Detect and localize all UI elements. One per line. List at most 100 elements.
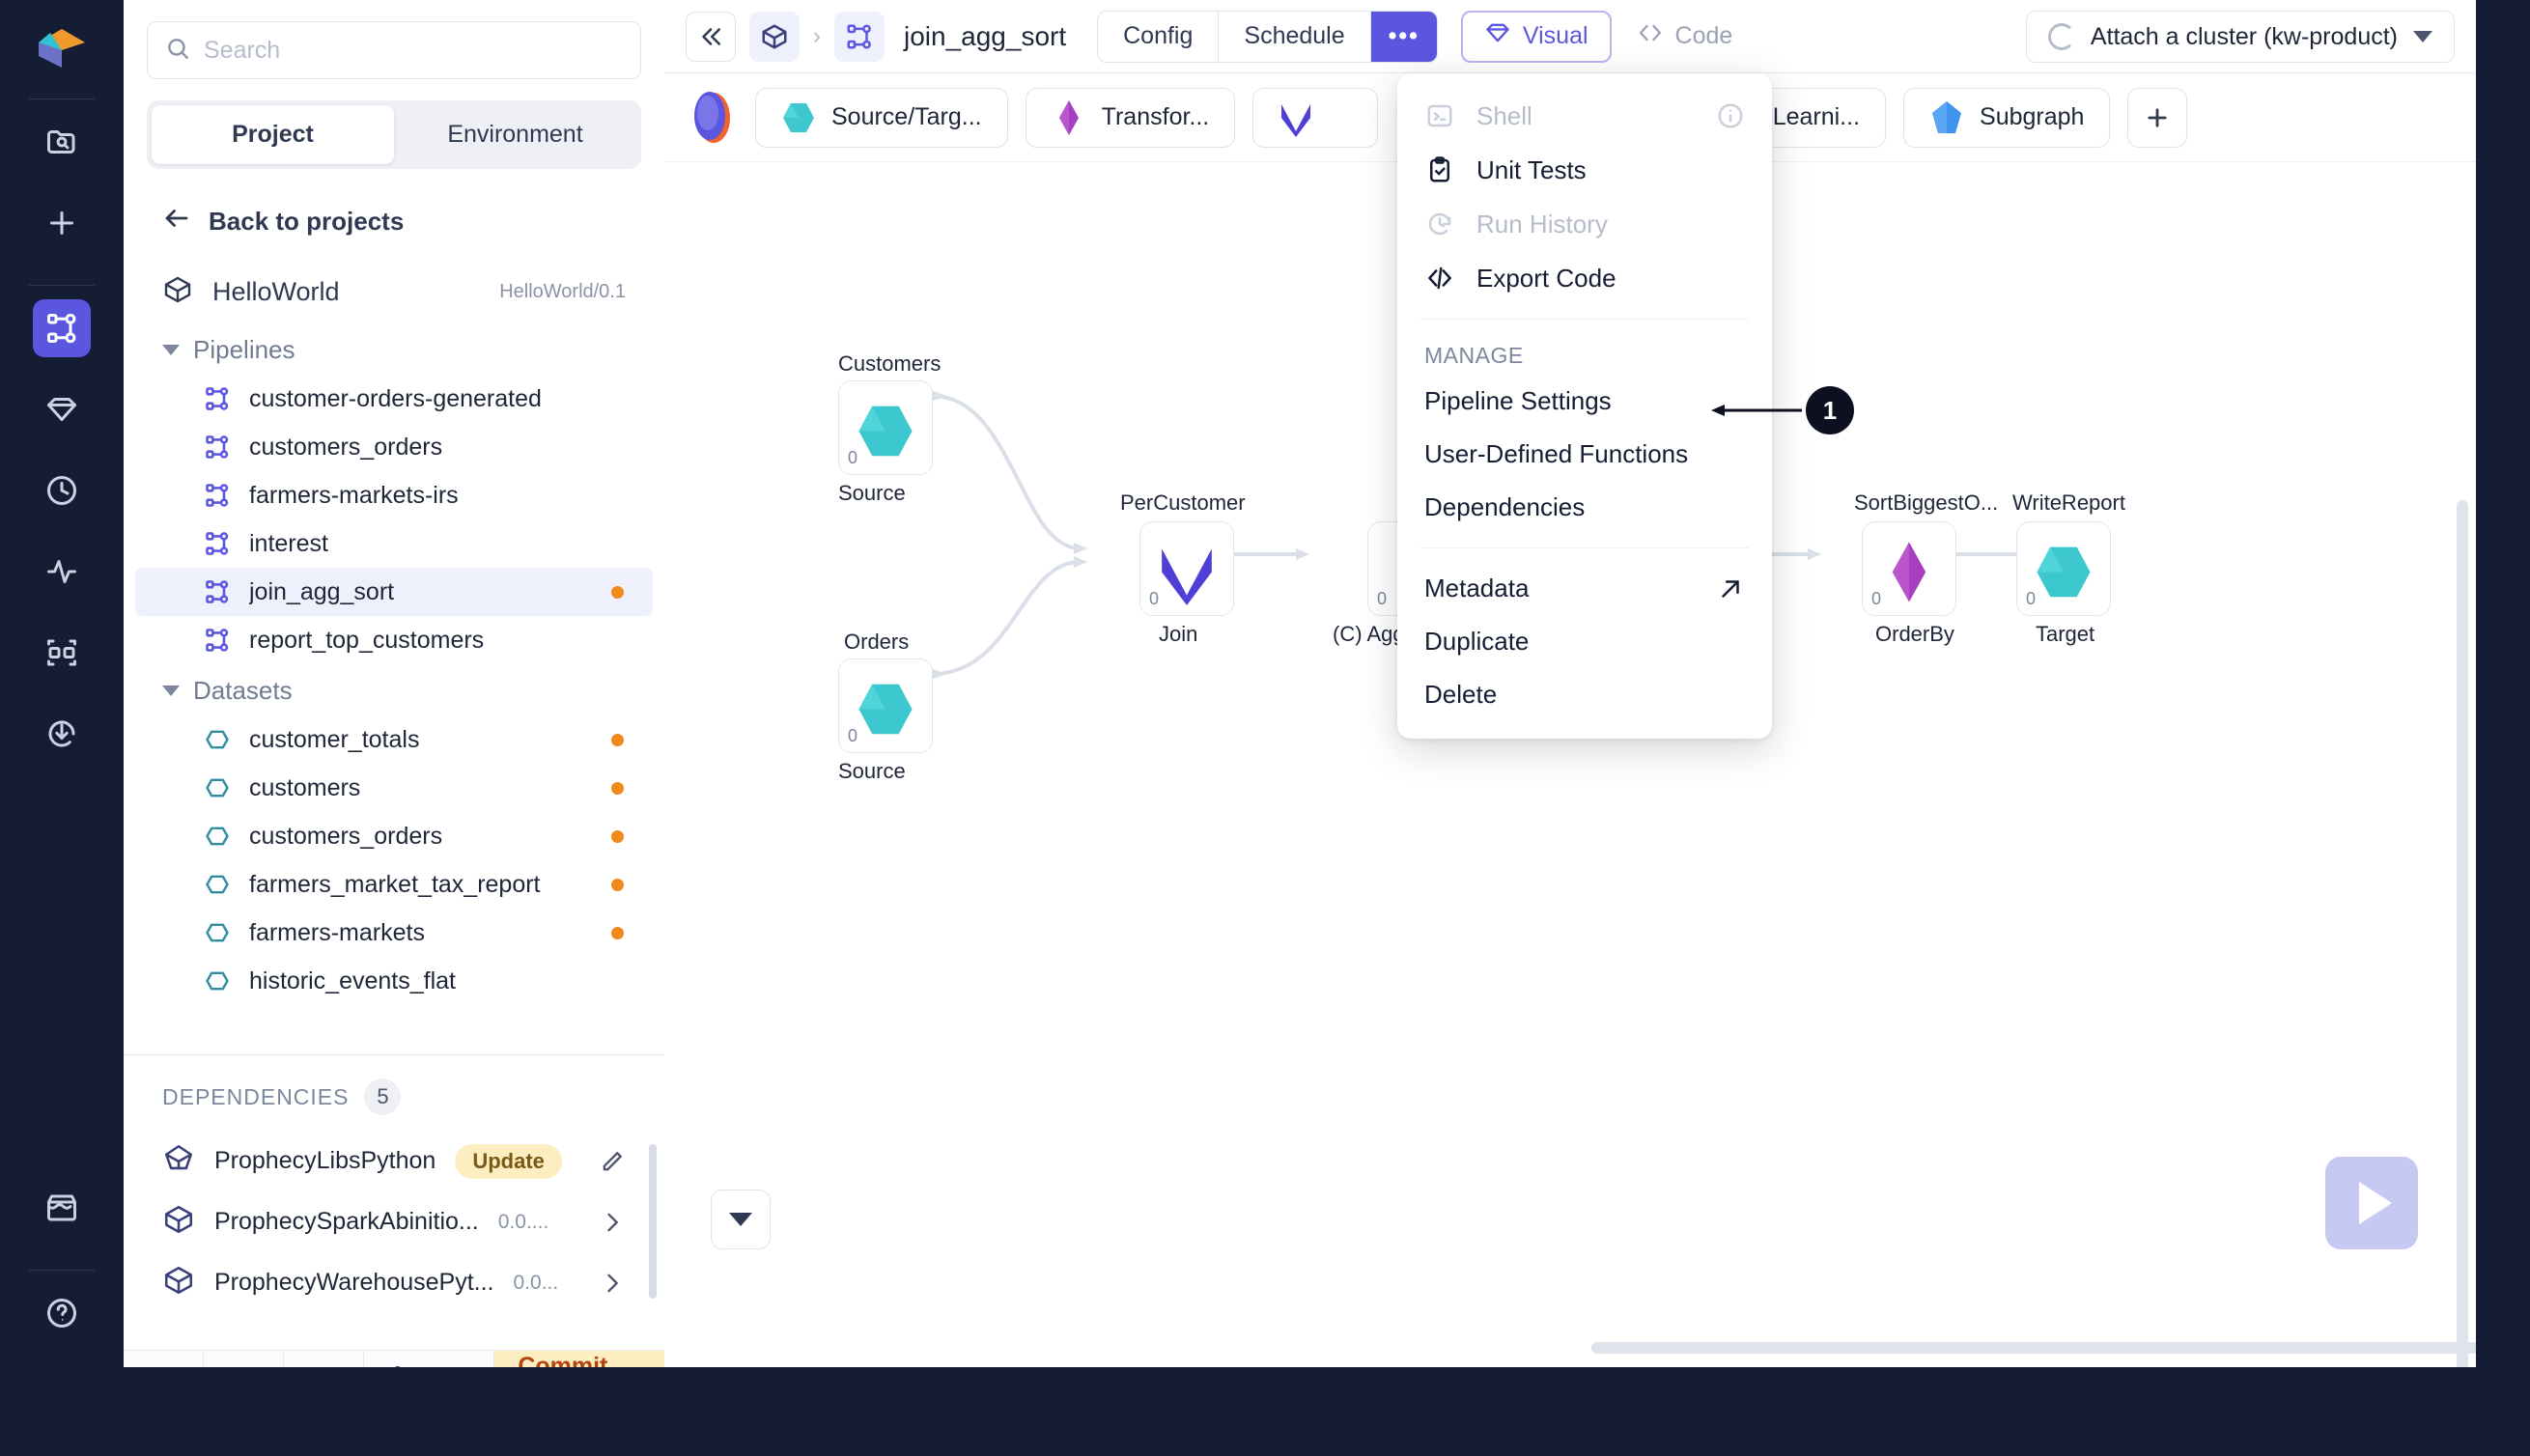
menu-item-metadata[interactable]: Metadata	[1397, 562, 1772, 615]
menu-item-run-history: Run History	[1397, 197, 1772, 251]
application-window: Search Project Environment Back to proje…	[0, 0, 2530, 1456]
unsaved-dot	[611, 585, 624, 599]
unsaved-dot	[611, 829, 624, 843]
dataset-label: historic_events_flat	[249, 966, 457, 994]
edit-pencil-icon[interactable]	[599, 1148, 626, 1175]
add-gem-button[interactable]	[2127, 87, 2188, 148]
activity-icon[interactable]	[33, 543, 91, 601]
cube-icon	[162, 1264, 195, 1302]
chevrons-left-icon[interactable]	[686, 11, 736, 62]
back-to-projects-link[interactable]: Back to projects	[124, 175, 664, 257]
menu-item-export-code[interactable]: Export Code	[1397, 251, 1772, 305]
download-circle-icon[interactable]	[33, 705, 91, 763]
node-type-orderby: OrderBy	[1875, 622, 1954, 646]
dependency-name: ProphecySparkAbinitio...	[214, 1208, 479, 1235]
pipeline-item-5[interactable]: report_top_customers	[135, 616, 653, 664]
dependencies-scrollbar[interactable]	[649, 1144, 657, 1299]
menu-item-dependencies[interactable]: Dependencies	[1397, 481, 1772, 534]
canvas-zoom-menu-button[interactable]	[711, 1190, 771, 1249]
project-row[interactable]: HelloWorld HelloWorld/0.1	[124, 257, 664, 323]
dependencies-count-badge: 5	[364, 1078, 402, 1115]
attach-cluster-button[interactable]: Attach a cluster (kw-product)	[2025, 11, 2455, 63]
dataset-item-5[interactable]: historic_events_flat	[135, 957, 653, 1005]
hex-teal-icon	[856, 398, 915, 458]
clock-icon[interactable]	[33, 462, 91, 519]
schedule-button[interactable]: Schedule	[1219, 11, 1371, 62]
sidebar-tabs: Project Environment	[124, 79, 664, 175]
palette-subgraph[interactable]: Subgraph	[1903, 87, 2111, 148]
back-to-projects-label: Back to projects	[209, 207, 405, 236]
palette-transform[interactable]: Transfor...	[1025, 87, 1236, 148]
dataset-item-1[interactable]: customers	[135, 764, 653, 812]
node-type-orders: Source	[838, 759, 906, 783]
node-record-count: 0	[1871, 589, 1882, 608]
project-version: HelloWorld/0.1	[499, 281, 626, 302]
hex-teal-icon	[856, 676, 915, 736]
canvas-node-orders[interactable]: 0	[838, 658, 933, 753]
dataset-item-2[interactable]: customers_orders	[135, 812, 653, 860]
pipeline-graph-icon	[203, 481, 232, 510]
breadcrumb-pipeline-icon[interactable]	[834, 11, 885, 62]
pipeline-label: farmers-markets-irs	[249, 481, 459, 509]
lineage-icon[interactable]	[33, 624, 91, 682]
palette-join-split[interactable]	[1252, 87, 1379, 148]
group-label-pipelines: Pipelines	[193, 335, 295, 364]
store-icon[interactable]	[33, 1179, 91, 1237]
more-menu-button[interactable]: •••	[1370, 11, 1437, 62]
folder-search-icon[interactable]	[33, 113, 91, 171]
menu-item-unit-tests[interactable]: Unit Tests	[1397, 143, 1772, 197]
group-header-datasets[interactable]: Datasets	[124, 664, 664, 715]
plus-icon[interactable]	[33, 194, 91, 252]
canvas-node-customers[interactable]: 0	[838, 380, 933, 475]
rail-item-pipelines[interactable]	[33, 299, 91, 357]
node-record-count: 0	[2026, 589, 2037, 608]
menu-item-user-defined-functions[interactable]: User-Defined Functions	[1397, 428, 1772, 481]
group-header-pipelines[interactable]: Pipelines	[124, 323, 664, 375]
dependency-row-2[interactable]: ProphecyWarehousePyt... 0.0...	[124, 1252, 664, 1313]
tab-project[interactable]: Project	[152, 105, 394, 164]
dataset-item-0[interactable]: customer_totals	[135, 715, 653, 764]
dependency-update-badge[interactable]: Update	[455, 1143, 562, 1179]
gem-icon[interactable]	[33, 380, 91, 438]
pipeline-item-1[interactable]: customers_orders	[135, 423, 653, 471]
sidebar-item-join-agg-sort[interactable]: join_agg_sort	[135, 568, 653, 616]
canvas-vertical-scrollbar[interactable]	[2457, 500, 2468, 1367]
dataset-item-4[interactable]: farmers-markets	[135, 909, 653, 957]
canvas-node-orderby[interactable]: 0	[1862, 521, 1956, 616]
library-icon	[162, 1142, 195, 1180]
chevron-right-icon[interactable]	[599, 1209, 626, 1236]
annotation-callout-1: 1	[1709, 386, 1854, 434]
tab-environment[interactable]: Environment	[394, 105, 636, 164]
chevron-down-icon	[729, 1213, 752, 1226]
prophecy-orb-icon[interactable]	[689, 90, 738, 146]
dependency-row-0[interactable]: ProphecyLibsPython Update	[124, 1131, 664, 1191]
pipeline-item-0[interactable]: customer-orders-generated	[135, 375, 653, 423]
prophecy-logo-icon[interactable]	[35, 21, 89, 75]
code-brackets-icon	[1424, 263, 1455, 294]
unsaved-dot	[611, 733, 624, 746]
config-button[interactable]: Config	[1098, 11, 1220, 62]
chevron-right-icon[interactable]	[599, 1270, 626, 1297]
help-circle-icon[interactable]	[33, 1284, 91, 1342]
canvas-node-writereport[interactable]: 0	[2016, 521, 2111, 616]
info-circle-icon[interactable]	[1716, 101, 1745, 130]
pipeline-label: report_top_customers	[249, 626, 485, 654]
canvas-node-percustomer[interactable]: 0	[1139, 521, 1234, 616]
menu-item-duplicate[interactable]: Duplicate	[1397, 615, 1772, 668]
dataset-item-3[interactable]: farmers_market_tax_report	[135, 860, 653, 909]
palette-source-target[interactable]: Source/Targ...	[755, 87, 1008, 148]
tab-visual[interactable]: Visual	[1460, 10, 1612, 63]
attach-cluster-label: Attach a cluster (kw-product)	[2090, 22, 2398, 50]
menu-item-duplicate-label: Duplicate	[1424, 627, 1530, 656]
dependency-row-1[interactable]: ProphecySparkAbinitio... 0.0....	[124, 1191, 664, 1252]
menu-item-export-code-label: Export Code	[1476, 263, 1616, 293]
tab-code[interactable]: Code	[1616, 11, 1755, 63]
pipeline-item-3[interactable]: interest	[135, 519, 653, 568]
search-input[interactable]: Search	[147, 21, 641, 79]
dataset-hex-icon	[203, 870, 232, 899]
menu-item-delete[interactable]: Delete	[1397, 668, 1772, 721]
run-pipeline-button[interactable]	[2325, 1157, 2418, 1249]
canvas-horizontal-scrollbar[interactable]	[1591, 1342, 2476, 1354]
pipeline-item-2[interactable]: farmers-markets-irs	[135, 471, 653, 519]
breadcrumb-project-icon[interactable]	[749, 11, 800, 62]
